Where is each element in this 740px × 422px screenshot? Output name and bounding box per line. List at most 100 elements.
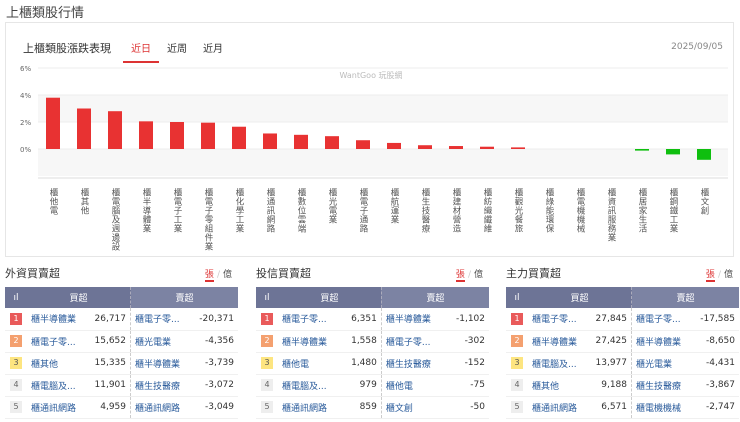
tab-month[interactable]: 近月: [195, 40, 231, 63]
buy-value: 27,425: [587, 330, 632, 353]
sell-sector-link[interactable]: 櫃光電業: [630, 352, 692, 375]
rank-number: 2: [10, 335, 22, 347]
x-tick-label: 櫃數位雲端: [296, 187, 306, 233]
unit-amount[interactable]: 億: [474, 270, 483, 280]
table-row[interactable]: 2 櫃半導體業 27,425 櫃半導體業 -8,650: [506, 330, 739, 353]
table-row[interactable]: 2 櫃半導體業 1,558 櫃電子零... -302: [256, 330, 489, 353]
bar[interactable]: [325, 136, 339, 149]
bar[interactable]: [418, 145, 432, 149]
sell-value: -75: [445, 374, 489, 397]
bar[interactable]: [46, 97, 60, 149]
buy-sector-link[interactable]: 櫃電子零...: [27, 330, 87, 353]
table-row[interactable]: 2 櫃電子零... 15,652 櫃光電業 -4,356: [5, 330, 238, 353]
table-row[interactable]: 4 櫃電腦及... 979 櫃他電 -75: [256, 374, 489, 397]
sell-sector-link[interactable]: 櫃光電業: [129, 330, 191, 353]
table-row[interactable]: 5 櫃通訊網路 859 櫃文創 -50: [256, 396, 489, 419]
y-tick-label: 0%: [20, 146, 31, 154]
rank-badge: 1: [256, 308, 278, 331]
bar[interactable]: [635, 149, 649, 151]
buy-value: 859: [341, 396, 382, 419]
sell-sector-link[interactable]: 櫃生技醫療: [380, 352, 446, 375]
chart-icon[interactable]: ıl: [506, 287, 528, 308]
page-title: 上櫃類股行情: [6, 6, 85, 21]
sell-header: 賣超: [380, 287, 489, 308]
buy-sector-link[interactable]: 櫃電子零...: [528, 308, 588, 331]
sell-sector-link[interactable]: 櫃他電: [380, 374, 446, 397]
sell-value: -20,371: [190, 308, 238, 331]
unit-amount[interactable]: 億: [724, 270, 733, 280]
bar[interactable]: [294, 134, 308, 149]
tab-day[interactable]: 近日: [123, 40, 159, 63]
sell-sector-link[interactable]: 櫃文創: [380, 396, 446, 419]
table-row[interactable]: 1 櫃電子零... 27,845 櫃電子零... -17,585: [506, 308, 739, 331]
buy-sector-link[interactable]: 櫃半導體業: [27, 308, 87, 331]
bar[interactable]: [511, 147, 525, 149]
buy-sector-link[interactable]: 櫃半導體業: [528, 330, 588, 353]
chart-icon[interactable]: ıl: [5, 287, 27, 308]
unit-shares[interactable]: 張: [705, 270, 715, 282]
sell-sector-link[interactable]: 櫃通訊網路: [129, 396, 191, 419]
bar[interactable]: [480, 146, 494, 149]
sell-sector-link[interactable]: 櫃半導體業: [380, 308, 446, 331]
buy-sector-link[interactable]: 櫃電腦及...: [528, 352, 588, 375]
table-row[interactable]: 3 櫃其他 15,335 櫃半導體業 -3,739: [5, 352, 238, 375]
bar[interactable]: [387, 142, 401, 149]
sell-sector-link[interactable]: 櫃電機機械: [630, 396, 692, 419]
unit-shares[interactable]: 張: [204, 270, 214, 282]
buy-sector-link[interactable]: 櫃電腦及...: [278, 374, 342, 397]
bar[interactable]: [108, 111, 122, 149]
buy-sector-link[interactable]: 櫃通訊網路: [278, 396, 342, 419]
bar[interactable]: [697, 149, 711, 160]
bar[interactable]: [170, 122, 184, 149]
buy-value: 6,571: [587, 396, 632, 419]
sell-value: -50: [445, 396, 489, 419]
table-row[interactable]: 5 櫃通訊網路 6,571 櫃電機機械 -2,747: [506, 396, 739, 419]
x-tick-label: 櫃半導體業: [141, 187, 151, 233]
unit-amount[interactable]: 億: [223, 270, 232, 280]
rank-number: 3: [511, 357, 523, 369]
buy-sector-link[interactable]: 櫃電腦及...: [27, 374, 87, 397]
table-row[interactable]: 3 櫃他電 1,480 櫃生技醫療 -152: [256, 352, 489, 375]
buy-sector-link[interactable]: 櫃其他: [27, 352, 87, 375]
table-row[interactable]: 4 櫃其他 9,188 櫃生技醫療 -3,867: [506, 374, 739, 397]
bar[interactable]: [201, 122, 215, 149]
sell-value: -4,431: [691, 352, 739, 375]
sell-sector-link[interactable]: 櫃半導體業: [630, 330, 692, 353]
sell-sector-link[interactable]: 櫃生技醫療: [630, 374, 692, 397]
sell-sector-link[interactable]: 櫃電子零...: [129, 308, 191, 331]
buy-sector-link[interactable]: 櫃半導體業: [278, 330, 342, 353]
bar[interactable]: [139, 121, 153, 149]
x-tick-label: 櫃居家生活: [637, 187, 647, 233]
table-row[interactable]: 1 櫃電子零... 6,351 櫃半導體業 -1,102: [256, 308, 489, 331]
sell-sector-link[interactable]: 櫃電子零...: [380, 330, 446, 353]
table-row[interactable]: 5 櫃通訊網路 4,959 櫃通訊網路 -3,049: [5, 396, 238, 419]
sell-sector-link[interactable]: 櫃電子零...: [630, 308, 692, 331]
bar[interactable]: [232, 126, 246, 149]
x-tick-label: 櫃觀光餐旅: [513, 187, 523, 233]
buy-sector-link[interactable]: 櫃通訊網路: [528, 396, 588, 419]
divider: /: [717, 270, 721, 280]
x-tick-label: 櫃通訊網路: [265, 187, 275, 233]
rank-badge: 1: [5, 308, 27, 331]
sell-sector-link[interactable]: 櫃半導體業: [129, 352, 191, 375]
x-tick-label: 櫃電子通路: [358, 187, 368, 233]
x-tick-label: 櫃生技醫療: [420, 187, 430, 233]
bar[interactable]: [449, 146, 463, 149]
buy-sector-link[interactable]: 櫃通訊網路: [27, 396, 87, 419]
table-row[interactable]: 1 櫃半導體業 26,717 櫃電子零... -20,371: [5, 308, 238, 331]
bar[interactable]: [77, 108, 91, 150]
chart-icon[interactable]: ıl: [256, 287, 278, 308]
table-row[interactable]: 3 櫃電腦及... 13,977 櫃光電業 -4,431: [506, 352, 739, 375]
buy-sector-link[interactable]: 櫃電子零...: [278, 308, 342, 331]
rank-badge: 5: [256, 396, 278, 419]
sell-sector-link[interactable]: 櫃生技醫療: [129, 374, 191, 397]
tab-week[interactable]: 近周: [159, 40, 195, 63]
bar[interactable]: [356, 140, 370, 149]
table-row[interactable]: 4 櫃電腦及... 11,901 櫃生技醫療 -3,072: [5, 374, 238, 397]
bar[interactable]: [666, 149, 680, 155]
net-buy-sell-table: ıl 買超 賣超 1 櫃半導體業 26,717 櫃電子零... -20,371 …: [5, 287, 238, 419]
buy-sector-link[interactable]: 櫃其他: [528, 374, 588, 397]
buy-sector-link[interactable]: 櫃他電: [278, 352, 342, 375]
bar[interactable]: [263, 133, 277, 149]
unit-shares[interactable]: 張: [455, 270, 465, 282]
